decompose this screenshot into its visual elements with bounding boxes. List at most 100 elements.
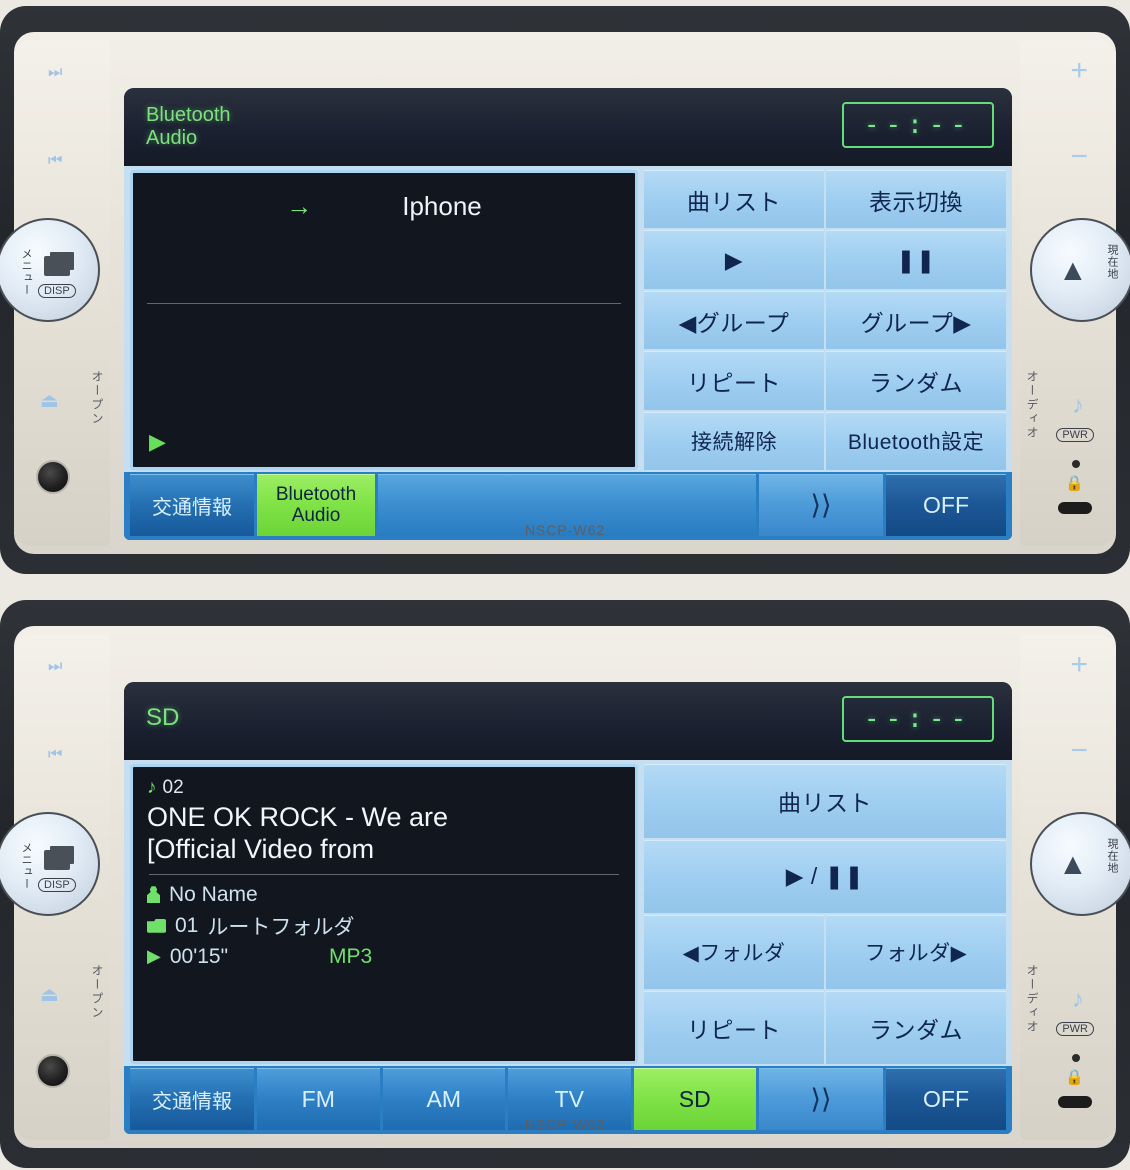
folder-number: 01 (175, 913, 199, 937)
screen-body: → Iphone ▶ 曲リスト 表示切換 ▶ ❚❚ ◀グループ グループ▶ リピ… (124, 166, 1012, 472)
volume-up-icon[interactable]: + (1070, 54, 1088, 88)
screen-body: ♪ 02 ONE OK ROCK - We are [Official Vide… (124, 760, 1012, 1066)
repeat-button[interactable]: リピート (644, 990, 824, 1064)
lock-icon: 🔒 (1065, 475, 1084, 492)
touch-screen-bluetooth[interactable]: Bluetooth Audio --:-- → Iphone ▶ 曲リスト 表示… (124, 88, 1012, 540)
lock-icon: 🔒 (1065, 1069, 1084, 1086)
volume-up-icon[interactable]: + (1070, 648, 1088, 682)
person-icon (147, 886, 160, 904)
source-title: Bluetooth Audio (146, 104, 231, 150)
aux-jack (36, 1054, 70, 1088)
function-row: ▶ / ❚❚ (644, 839, 1006, 913)
disp-screen-icon (44, 256, 70, 276)
current-location-button[interactable]: ▲ 現在地 (1030, 812, 1130, 916)
disp-screen-icon (44, 850, 70, 870)
audio-format-label: MP3 (329, 944, 373, 968)
eject-icon[interactable]: ⏏ (40, 388, 59, 413)
faceplate: ⏭ ⏮ ⏏ オープン メニュー DISP + − オーディオ ♪ PWR 🔒 ▲… (0, 626, 1130, 1148)
sd-track-info-pane: ♪ 02 ONE OK ROCK - We are [Official Vide… (130, 764, 638, 1064)
north-arrow-icon: ▲ (1058, 848, 1088, 881)
music-note-icon: ♪ (147, 777, 157, 798)
track-title-line1: ONE OK ROCK - We are (147, 802, 449, 832)
menu-label: メニュー (20, 248, 33, 296)
pause-button[interactable]: ❚❚ (826, 230, 1006, 289)
menu-disp-button[interactable]: メニュー DISP (0, 812, 100, 916)
track-title: ONE OK ROCK - We are [Official Video fro… (147, 801, 621, 866)
sd-card-slot (1058, 502, 1092, 514)
sd-card-slot (1058, 1096, 1092, 1108)
disp-label: DISP (38, 284, 76, 298)
random-button[interactable]: ランダム (826, 351, 1006, 410)
track-list-button[interactable]: 曲リスト (644, 764, 1006, 838)
disp-label: DISP (38, 878, 76, 892)
head-unit-sd: ⏭ ⏮ ⏏ オープン メニュー DISP + − オーディオ ♪ PWR 🔒 ▲… (0, 600, 1130, 1168)
function-button-grid: 曲リスト ▶ / ❚❚ ◀フォルダ フォルダ▶ リピート ランダム (644, 764, 1006, 1064)
bluetooth-settings-button[interactable]: Bluetooth設定 (826, 411, 1006, 471)
audio-label: オーディオ (1025, 370, 1039, 440)
function-row: ◀フォルダ フォルダ▶ (644, 915, 1006, 989)
touch-screen-sd[interactable]: SD --:-- ♪ 02 ONE OK ROCK - We are [Offi… (124, 682, 1012, 1134)
repeat-button[interactable]: リピート (644, 351, 824, 410)
play-pause-button[interactable]: ▶ / ❚❚ (644, 839, 1006, 913)
menu-disp-button[interactable]: メニュー DISP (0, 218, 100, 322)
bt-device-row: → Iphone (147, 183, 621, 222)
source-title: SD (146, 704, 180, 731)
power-label: PWR (1056, 1022, 1094, 1036)
screen-header: SD --:-- (124, 682, 1012, 760)
function-row: 曲リスト (644, 764, 1006, 838)
power-note-icon[interactable]: ♪ (1072, 392, 1084, 420)
transfer-arrow-icon: → (286, 191, 313, 221)
clock-display: --:-- (842, 696, 994, 742)
random-button[interactable]: ランダム (826, 990, 1006, 1064)
folder-prev-button[interactable]: ◀フォルダ (644, 915, 824, 989)
menu-label: メニュー (20, 842, 33, 890)
group-next-button[interactable]: グループ▶ (826, 290, 1006, 350)
artist-name: No Name (169, 882, 258, 906)
volume-down-icon[interactable]: − (1070, 140, 1088, 174)
divider (147, 303, 621, 304)
track-next-icon[interactable]: ⏭ (48, 64, 62, 82)
function-row: ◀グループ グループ▶ (644, 290, 1006, 350)
model-label: NSCP-W62 (524, 1116, 606, 1132)
north-arrow-icon: ▲ (1058, 254, 1088, 287)
eject-icon[interactable]: ⏏ (40, 982, 59, 1007)
track-list-button[interactable]: 曲リスト (644, 170, 824, 229)
current-location-label: 現在地 (1106, 838, 1118, 874)
source-title-line1: Bluetooth (146, 104, 231, 126)
source-label-line1: Bluetooth (275, 483, 357, 505)
function-row: ▶ ❚❚ (644, 230, 1006, 289)
folder-row: 01 ルートフォルダ (147, 911, 621, 941)
open-label: オープン (90, 964, 104, 1020)
power-note-icon[interactable]: ♪ (1072, 986, 1084, 1014)
current-location-label: 現在地 (1106, 244, 1118, 280)
playback-state-icon: ▶ (149, 429, 166, 454)
audio-label: オーディオ (1025, 964, 1039, 1034)
track-next-icon[interactable]: ⏭ (48, 658, 62, 676)
disconnect-button[interactable]: 接続解除 (644, 411, 824, 471)
display-switch-button[interactable]: 表示切換 (826, 170, 1006, 229)
play-button[interactable]: ▶ (644, 230, 824, 289)
playback-time-row: ▶ 00'15" MP3 (147, 945, 621, 969)
divider (149, 873, 619, 875)
model-label: NSCP-W62 (524, 522, 606, 538)
play-state-icon: ▶ (147, 946, 161, 967)
function-button-grid: 曲リスト 表示切換 ▶ ❚❚ ◀グループ グループ▶ リピート ランダム 接続解… (644, 170, 1006, 471)
folder-next-button[interactable]: フォルダ▶ (826, 915, 1006, 989)
indicator-dot (1072, 460, 1080, 468)
source-title-line2: Audio (146, 127, 198, 149)
clock-display: --:-- (842, 102, 994, 148)
bluetooth-info-pane: → Iphone ▶ (130, 170, 638, 470)
volume-down-icon[interactable]: − (1070, 734, 1088, 768)
track-number-row: ♪ 02 (147, 777, 621, 799)
function-row: リピート ランダム (644, 351, 1006, 410)
track-prev-icon[interactable]: ⏮ (48, 152, 62, 170)
power-label: PWR (1056, 428, 1094, 442)
track-prev-icon[interactable]: ⏮ (48, 746, 62, 764)
indicator-dot (1072, 1054, 1080, 1062)
elapsed-time: 00'15" (169, 944, 229, 968)
group-prev-button[interactable]: ◀グループ (644, 290, 824, 350)
folder-name: ルートフォルダ (207, 915, 355, 939)
function-row: 接続解除 Bluetooth設定 (644, 411, 1006, 471)
head-unit-bluetooth: ⏭ ⏮ ⏏ オープン メニュー DISP + − オーディオ ♪ PWR 🔒 ▲… (0, 6, 1130, 574)
current-location-button[interactable]: ▲ 現在地 (1030, 218, 1130, 322)
